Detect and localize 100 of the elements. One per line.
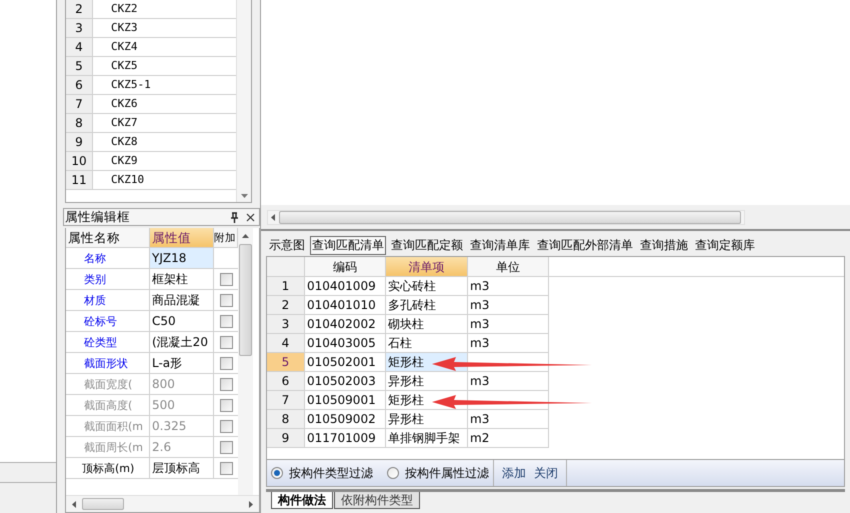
checkbox[interactable] [220, 462, 232, 474]
checkbox[interactable] [220, 294, 232, 306]
table-cell: 011701009 [305, 429, 386, 448]
property-name: 顶标高(m) [66, 458, 150, 478]
row-number: 3 [66, 19, 93, 37]
table-cell-text: CKZ6 [110, 96, 138, 112]
row-number: 2 [66, 0, 93, 18]
tab[interactable]: 查询定额库 [693, 236, 757, 255]
column-header[interactable]: 附加 [214, 228, 238, 247]
table-cell: m2 [468, 429, 549, 448]
radio-label[interactable]: 按构件属性过滤 [405, 464, 489, 482]
close-icon[interactable] [246, 212, 255, 222]
table-cell-text: CKZ9 [110, 153, 138, 169]
panel-title: 属性编辑框 [65, 208, 131, 226]
tab[interactable]: 查询措施 [638, 236, 690, 255]
row-number[interactable]: 7 [267, 391, 305, 410]
scrollbar[interactable] [238, 228, 253, 495]
scrollbar[interactable] [66, 495, 259, 512]
column-header[interactable]: 编码 [305, 257, 386, 276]
checkbox[interactable] [220, 356, 232, 370]
radio-label[interactable]: 按构件类型过滤 [289, 464, 373, 482]
table-cell: 单排钢脚手架 [386, 429, 468, 448]
checkbox[interactable] [220, 314, 232, 328]
row-number: 9 [66, 133, 93, 151]
tab[interactable]: 依附构件类型 [334, 492, 420, 509]
scrollbar[interactable] [267, 210, 745, 224]
row-number: 5 [66, 57, 93, 75]
row-number[interactable]: 2 [267, 296, 305, 315]
scroll-thumb[interactable] [82, 498, 124, 510]
property-name: 截面形状 [66, 353, 150, 373]
table-cell-text: CKZ5-1 [110, 77, 152, 93]
scroll-thumb[interactable] [279, 210, 741, 224]
table-cell: m3 [468, 334, 549, 353]
row-number[interactable]: 1 [267, 277, 305, 296]
column-header[interactable]: 清单项 [386, 257, 468, 276]
radio-button[interactable] [271, 467, 283, 479]
pin-icon[interactable] [230, 212, 239, 222]
row-number[interactable]: 5 [267, 353, 305, 372]
tab[interactable]: 查询清单库 [468, 236, 532, 255]
property-name: 截面周长(m [66, 437, 150, 457]
column-header[interactable]: 单位 [468, 257, 549, 276]
column-header[interactable]: 属性名称 [66, 228, 150, 247]
property-value[interactable]: YJZ18 [150, 248, 214, 268]
table-cell: 实心砖柱 [386, 277, 468, 296]
column-header[interactable]: 属性值 [150, 228, 214, 247]
checkbox[interactable] [220, 336, 232, 348]
table-cell: 010502003 [305, 372, 386, 391]
scroll-right-icon[interactable] [249, 500, 253, 508]
property-value[interactable]: L-a形 [150, 353, 214, 373]
scroll-left-icon[interactable] [72, 500, 76, 508]
property-value[interactable]: 框架柱 [150, 269, 214, 289]
property-name: 截面高度( [66, 395, 150, 415]
table-cell-text: CKZ7 [110, 115, 138, 131]
scroll-left-icon[interactable] [271, 214, 275, 220]
table-cell: 异形柱 [386, 410, 468, 429]
row-number[interactable]: 4 [267, 334, 305, 353]
table-cell-text: CKZ8 [110, 134, 138, 150]
row-number: 7 [66, 95, 93, 113]
table-cell: 010401009 [305, 277, 386, 296]
row-number[interactable]: 3 [267, 315, 305, 334]
action-button[interactable]: 添加 [502, 464, 526, 482]
scroll-down-icon[interactable] [240, 194, 248, 198]
tab[interactable]: 查询匹配定额 [389, 236, 465, 255]
checkbox[interactable] [220, 420, 232, 432]
table-cell-text: CKZ2 [110, 1, 138, 17]
property-name: 砼类型 [66, 332, 150, 352]
table-cell: m3 [468, 372, 549, 391]
table-cell-text: CKZ3 [110, 20, 138, 36]
checkbox[interactable] [220, 272, 232, 286]
table-cell: 010403005 [305, 334, 386, 353]
table-cell: 砌块柱 [386, 315, 468, 334]
scrollbar[interactable] [236, 0, 251, 202]
row-number: 8 [66, 114, 93, 132]
scroll-thumb[interactable] [239, 244, 252, 356]
table-cell: 010509001 [305, 391, 386, 410]
tab[interactable]: 构件做法 [271, 492, 333, 509]
checkbox[interactable] [220, 378, 232, 390]
property-name: 砼标号 [66, 311, 150, 331]
table-cell: 010401010 [305, 296, 386, 315]
checkbox[interactable] [220, 398, 232, 412]
property-value[interactable]: 商品混凝 [150, 290, 214, 310]
row-number[interactable]: 6 [267, 372, 305, 391]
table-cell: 010402002 [305, 315, 386, 334]
tab[interactable]: 示意图 [267, 236, 307, 255]
property-name: 材质 [66, 290, 150, 310]
action-button[interactable]: 关闭 [534, 464, 558, 482]
row-number[interactable]: 8 [267, 410, 305, 429]
row-number[interactable]: 9 [267, 429, 305, 448]
checkbox[interactable] [220, 440, 232, 454]
property-value[interactable]: C50 [150, 311, 214, 331]
table-cell: 异形柱 [386, 372, 468, 391]
table-cell-text: CKZ10 [110, 172, 146, 188]
property-name: 截面面积(m [66, 416, 150, 436]
property-value[interactable]: 层顶标高 [150, 458, 214, 478]
property-name: 截面宽度( [66, 374, 150, 394]
tab[interactable]: 查询匹配清单 [310, 236, 386, 255]
radio-button[interactable] [387, 467, 399, 479]
tab[interactable]: 查询匹配外部清单 [535, 236, 635, 255]
scroll-up-icon[interactable] [242, 234, 249, 238]
property-value[interactable]: (混凝土20 [150, 332, 214, 352]
